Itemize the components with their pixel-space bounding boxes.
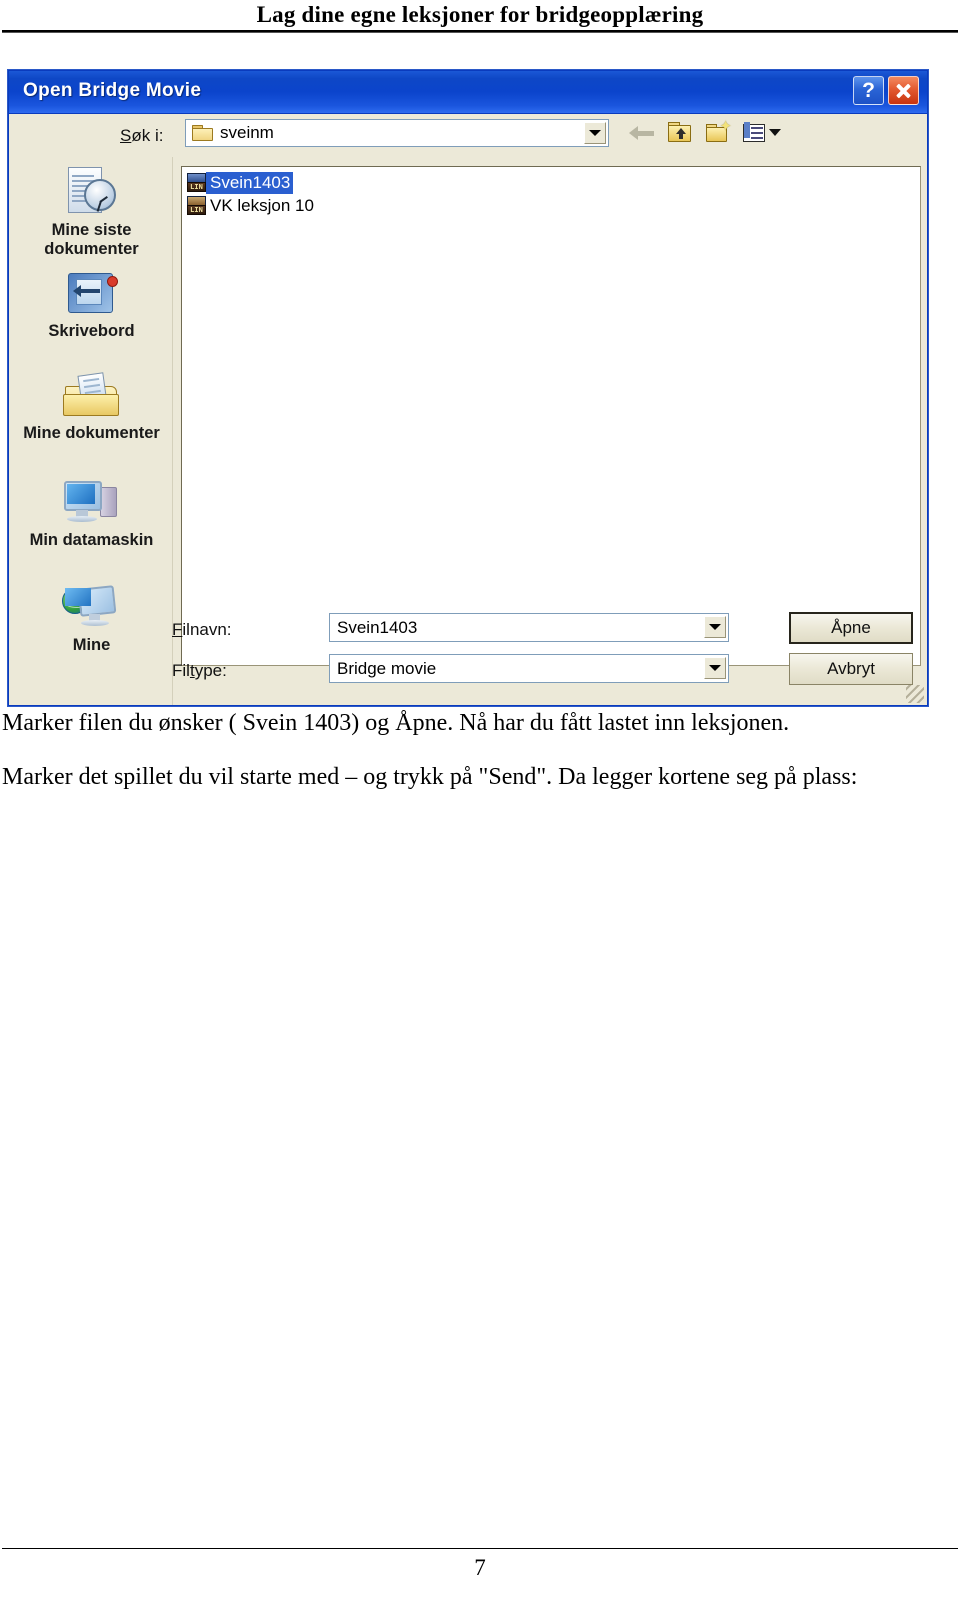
chevron-down-icon[interactable] [704,616,726,638]
my-documents-icon [61,372,123,420]
list-item[interactable]: LIN VK leksjon 10 [185,194,917,217]
place-item-my-computer[interactable]: Min datamaskin [10,479,172,550]
look-in-combobox[interactable]: sveinm [185,119,609,147]
bridge-movie-file-icon: LIN [187,196,206,215]
places-bar: Mine siste dokumenter Skrivebord Mine do… [10,157,173,705]
look-in-label: Søk i: [120,126,164,145]
views-icon[interactable] [743,121,781,145]
place-item-label: Mine [72,636,111,654]
close-icon[interactable] [888,76,919,105]
chevron-down-icon[interactable] [704,657,726,679]
my-network-places-icon [61,584,123,632]
cancel-button-label: Avbryt [827,659,875,678]
place-item-label: Min datamaskin [29,531,154,549]
open-button-label: Åpne [831,618,871,637]
file-name: VK leksjon 10 [210,195,314,215]
my-computer-icon [62,479,122,527]
back-arrow-icon[interactable] [629,125,655,141]
page-title: Lag dine egne leksjoner for bridgeopplær… [256,2,704,27]
help-icon[interactable]: ? [853,76,884,105]
page-header: Lag dine egne leksjoner for bridgeopplær… [0,0,960,34]
chevron-down-icon[interactable] [584,122,606,144]
views-chevron-down-icon[interactable] [769,129,781,136]
open-bridge-movie-dialog: Open Bridge Movie ? Søk i: sveinm ✦ Mine… [8,70,928,706]
place-item-label: Mine siste dokumenter [44,221,139,258]
header-divider [2,30,958,33]
file-list[interactable]: LIN Svein1403 LIN VK leksjon 10 [181,166,921,666]
up-one-level-icon[interactable] [667,121,693,145]
cancel-button[interactable]: Avbryt [789,653,913,685]
place-item-label: Mine dokumenter [23,424,160,442]
dialog-titlebar[interactable]: Open Bridge Movie ? [9,71,927,114]
look-in-value: sveinm [220,123,274,142]
new-folder-icon[interactable]: ✦ [705,119,732,145]
file-name: Svein1403 [206,171,294,194]
folder-icon [192,125,213,141]
dialog-title: Open Bridge Movie [23,80,202,101]
resize-grip[interactable] [906,685,924,703]
place-item-label: Skrivebord [48,322,135,340]
instruction-paragraph-2: Marker det spillet du vil starte med – o… [2,764,858,790]
open-button[interactable]: Åpne [789,612,913,644]
place-item-my-network-places[interactable]: Mine [10,584,172,655]
titlebar-buttons: ? [853,76,919,105]
bridge-movie-file-icon: LIN [187,173,206,192]
place-item-desktop[interactable]: Skrivebord [10,270,172,341]
file-icon-text: LIN [187,182,206,192]
desktop-icon [64,270,120,318]
file-icon-text: LIN [187,205,206,215]
file-type-value: Bridge movie [337,658,437,678]
file-name-input[interactable]: Svein1403 [329,613,729,642]
dialog-toolbar: ✦ [629,119,781,145]
instruction-paragraph-1: Marker filen du ønsker ( Svein 1403) og … [2,710,790,736]
file-type-label: Filtype: [172,661,227,680]
place-item-my-documents[interactable]: Mine dokumenter [10,372,172,443]
file-name-value: Svein1403 [337,617,418,637]
page-number: 7 [474,1555,486,1580]
look-in-row: Søk i: sveinm ✦ [9,113,927,157]
file-type-select[interactable]: Bridge movie [329,654,729,683]
file-name-label: Filnavn: [172,620,232,639]
recent-documents-icon [62,165,122,217]
list-item[interactable]: LIN Svein1403 [185,171,917,194]
place-item-recent-documents[interactable]: Mine siste dokumenter [10,165,172,259]
footer-divider [2,1548,958,1549]
